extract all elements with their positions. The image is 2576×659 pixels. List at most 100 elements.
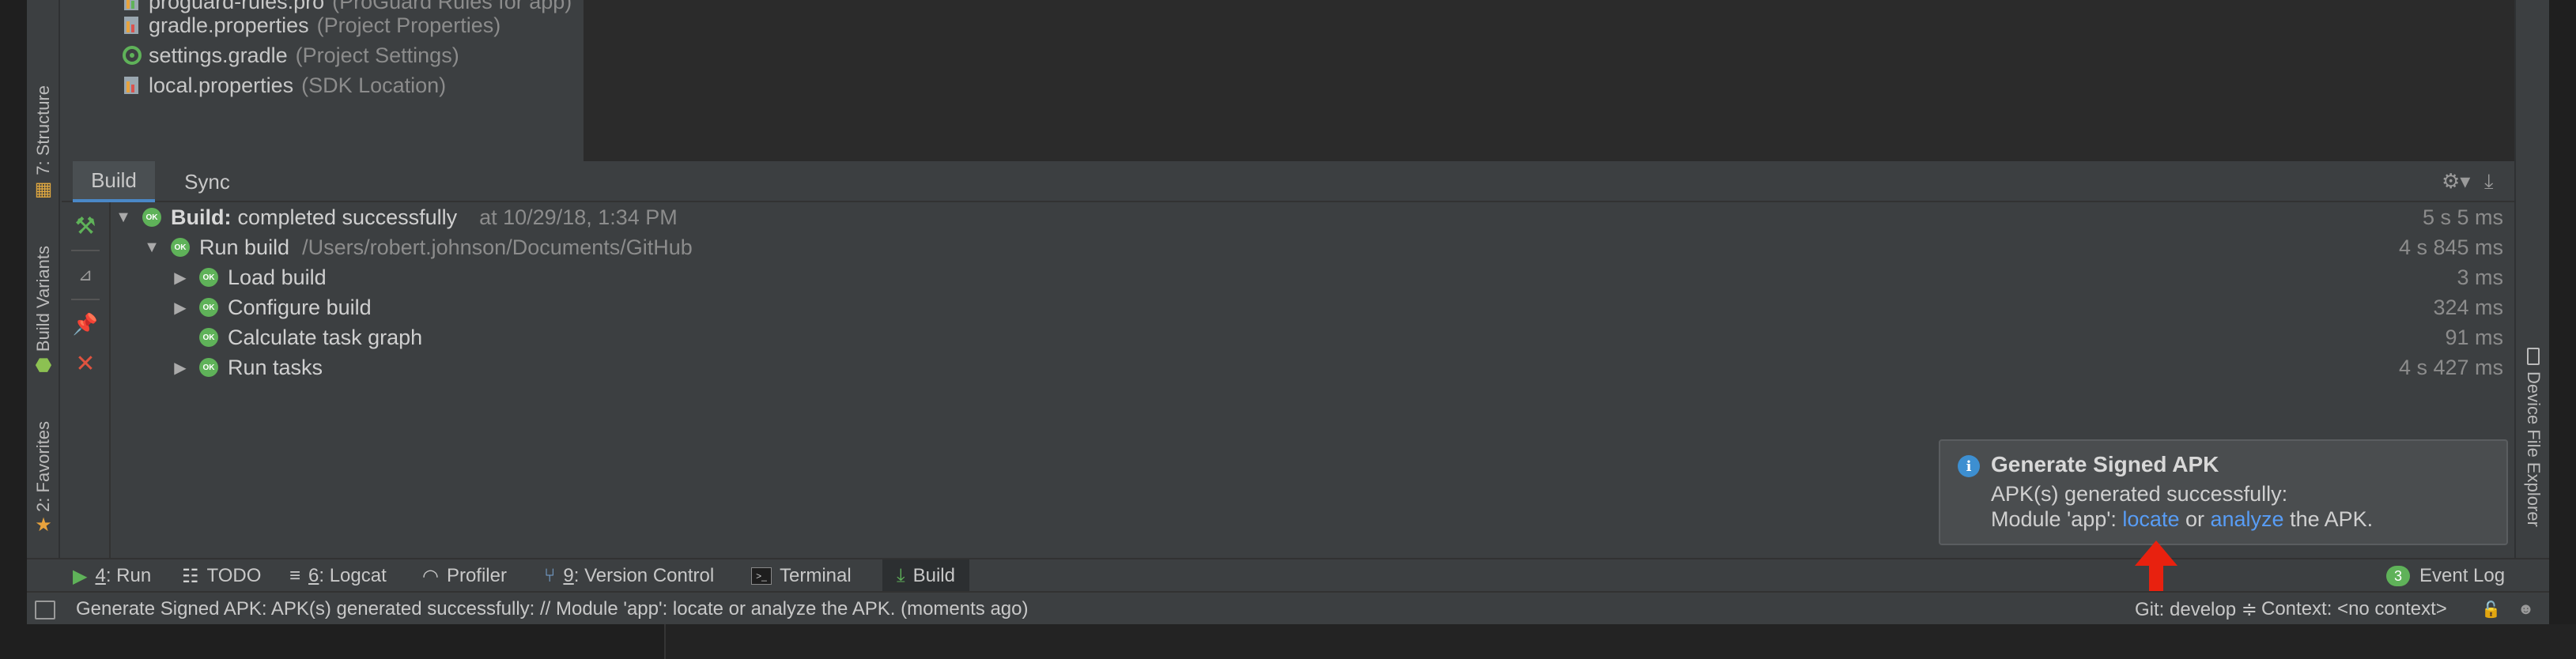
tab-logcat[interactable]: ≡ 6: Logcat xyxy=(289,559,387,593)
build-tree-row[interactable]: ▼ OK Build: completed successfully at 10… xyxy=(111,202,2514,232)
inspector-icon[interactable]: ☻ xyxy=(2517,593,2534,626)
tree-item-name: local.properties xyxy=(149,73,294,97)
logcat-label: : Logcat xyxy=(319,565,387,586)
tab-build[interactable]: Build xyxy=(73,161,155,202)
device-file-explorer-tab-label: Device File Explorer xyxy=(2524,371,2544,527)
build-window-header: Build Sync ⚙▾ ⤓ xyxy=(62,161,2514,202)
rebuild-hammer-icon[interactable]: ⚒ xyxy=(70,210,101,242)
build-row-duration: 4 s 427 ms xyxy=(2398,355,2503,379)
build-row-label: Calculate task graph xyxy=(228,325,423,349)
collapse-arrow-icon[interactable]: ▶ xyxy=(171,298,190,318)
analyze-link[interactable]: analyze xyxy=(2211,507,2284,531)
build-tree-row[interactable]: ▶ OK Load build 3 ms xyxy=(111,262,2514,292)
collapse-arrow-icon[interactable]: ▶ xyxy=(171,268,190,288)
tab-sync[interactable]: Sync xyxy=(168,161,247,202)
gear-icon[interactable]: ⚙▾ xyxy=(2442,169,2470,194)
build-row-path: /Users/robert.johnson/Documents/GitHub xyxy=(302,235,693,259)
favorites-tool-tab[interactable]: 2: Favorites ★ xyxy=(27,411,60,545)
tab-terminal[interactable]: >_ Terminal xyxy=(751,559,852,593)
build-row-duration: 91 ms xyxy=(2445,325,2503,349)
tree-item-name: settings.gradle xyxy=(149,43,288,67)
build-icon: ⤓ xyxy=(897,565,905,586)
build-row-duration: 4 s 845 ms xyxy=(2398,235,2503,259)
pin-icon[interactable]: 📌 xyxy=(70,308,101,340)
editor-area[interactable] xyxy=(584,0,2514,161)
expand-arrow-icon[interactable]: ▼ xyxy=(114,209,133,227)
collapse-arrow-icon[interactable]: ▶ xyxy=(171,358,190,378)
build-row-duration: 3 ms xyxy=(2457,265,2503,289)
context-widget[interactable]: Context: <no context> xyxy=(2261,593,2447,626)
todo-icon: ☷ xyxy=(182,565,199,587)
build-row-label: Load build xyxy=(228,265,327,289)
version-control-label: : Version Control xyxy=(573,565,715,586)
build-tab-label: Build xyxy=(912,565,955,586)
build-row-label: Run tasks xyxy=(228,355,323,379)
run-label: : Run xyxy=(105,565,152,586)
run-mnemonic: 4 xyxy=(95,565,106,586)
hide-icon[interactable]: ⤓ xyxy=(2484,169,2494,194)
logcat-icon: ≡ xyxy=(289,565,301,586)
tree-item-gradle-properties[interactable]: gradle.properties (Project Properties) xyxy=(122,11,500,40)
right-tool-stripe: Device File Explorer xyxy=(2514,0,2549,558)
notification-balloon[interactable]: i Generate Signed APK APK(s) generated s… xyxy=(1939,439,2508,545)
version-control-mnemonic: 9 xyxy=(563,565,574,586)
build-row-bold-label: Build: xyxy=(171,205,232,229)
gradle-file-icon xyxy=(122,45,142,66)
build-row-label: Run build xyxy=(199,235,290,259)
tab-version-control[interactable]: ⑂ 9: Version Control xyxy=(544,559,714,593)
tree-item-settings-gradle[interactable]: settings.gradle (Project Settings) xyxy=(122,41,459,70)
build-row-label: completed successfully xyxy=(237,205,458,229)
build-tree-row[interactable]: ▼ OK Run build /Users/robert.johnson/Doc… xyxy=(111,232,2514,262)
tree-item-local-properties[interactable]: local.properties (SDK Location) xyxy=(122,71,446,100)
tab-build-bottom[interactable]: ⤓ Build xyxy=(882,559,969,593)
ok-status-icon: OK xyxy=(171,238,190,257)
build-row-duration: 324 ms xyxy=(2433,295,2503,319)
device-file-explorer-tool-tab[interactable]: Device File Explorer xyxy=(2516,348,2551,527)
build-tree-row[interactable]: ▶ OK Run tasks 4 s 427 ms xyxy=(111,352,2514,382)
structure-icon: ▦ xyxy=(34,178,53,200)
event-log-count-badge: 3 xyxy=(2386,566,2410,586)
build-toolbar: ⚒ ⊿ 📌 ✕ xyxy=(62,202,111,558)
star-icon: ★ xyxy=(35,514,52,537)
tab-event-log[interactable]: 3 Event Log xyxy=(2386,559,2505,593)
notification-suffix-text: the APK. xyxy=(2283,507,2374,531)
event-log-label: Event Log xyxy=(2419,565,2506,586)
tool-windows-toggle-icon[interactable] xyxy=(35,601,55,619)
tree-item-hint: (Project Settings) xyxy=(295,43,459,67)
properties-file-icon xyxy=(122,75,142,96)
build-row-label: Configure build xyxy=(228,295,372,319)
project-tree-pane: proguard-rules.pro (ProGuard Rules for a… xyxy=(62,0,582,161)
terminal-icon: >_ xyxy=(751,567,772,585)
tree-item-hint: (SDK Location) xyxy=(301,73,447,97)
structure-tool-tab[interactable]: 7: Structure ▦ xyxy=(27,79,60,205)
desktop-window-below xyxy=(664,624,2576,659)
notification-or-text: or xyxy=(2179,507,2211,531)
tab-todo[interactable]: ☷ TODO xyxy=(182,559,261,593)
device-icon xyxy=(2527,348,2540,365)
expand-arrow-icon[interactable]: ▼ xyxy=(142,239,161,257)
logcat-mnemonic: 6 xyxy=(308,565,319,586)
toolbar-divider xyxy=(71,299,100,300)
notification-title: Generate Signed APK xyxy=(1991,452,2219,476)
ok-status-icon: OK xyxy=(199,298,218,317)
todo-label: TODO xyxy=(206,565,262,586)
close-icon[interactable]: ✕ xyxy=(70,348,101,379)
locate-link[interactable]: locate xyxy=(2122,507,2179,531)
build-tree-row[interactable]: ▶ OK Configure build 324 ms xyxy=(111,292,2514,322)
build-row-timestamp: at 10/29/18, 1:34 PM xyxy=(479,205,678,229)
git-branch-widget[interactable]: Git: develop ≑ xyxy=(2135,593,2257,626)
profiler-gauge-icon: ◠ xyxy=(422,565,439,587)
build-tree-row[interactable]: OK Calculate task graph 91 ms xyxy=(111,322,2514,352)
info-icon: i xyxy=(1958,455,1980,477)
notification-message: APK(s) generated successfully: xyxy=(1991,482,2288,506)
tab-profiler[interactable]: ◠ Profiler xyxy=(422,559,507,593)
build-variants-tool-tab[interactable]: Build Variants ⬣ xyxy=(27,235,60,386)
tree-item-name: gradle.properties xyxy=(149,13,309,37)
lock-icon[interactable]: 🔓 xyxy=(2481,593,2501,626)
build-row-duration: 5 s 5 ms xyxy=(2422,205,2503,229)
toggle-view-icon[interactable]: ⊿ xyxy=(70,259,101,291)
notification-module-text: Module 'app': xyxy=(1991,507,2123,531)
ok-status-icon: OK xyxy=(199,268,218,287)
tab-run[interactable]: ▶ 4: Run xyxy=(73,559,151,593)
status-message[interactable]: Generate Signed APK: APK(s) generated su… xyxy=(76,593,1029,626)
